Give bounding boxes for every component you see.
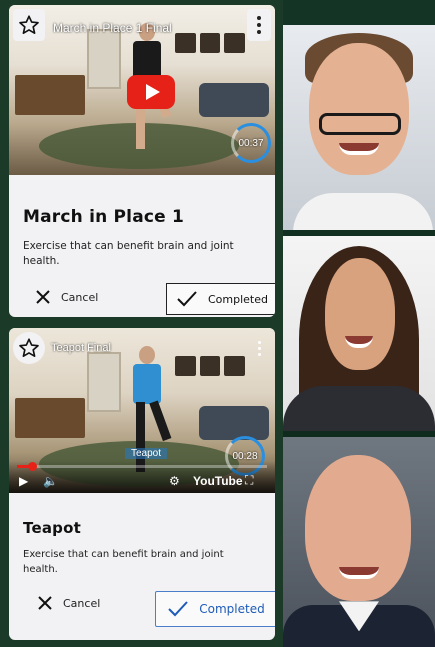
checkmark-icon — [168, 601, 189, 617]
volume-icon[interactable]: 🔈 — [43, 474, 58, 488]
exercise-title: Teapot — [23, 519, 81, 537]
scene-shelf — [15, 398, 85, 438]
exercise-timer: 00:37 — [231, 123, 271, 163]
exercise-description: Exercise that can benefit brain and join… — [23, 240, 234, 267]
participant-face — [309, 43, 409, 175]
favorite-button[interactable] — [13, 9, 45, 41]
scene-couch — [199, 406, 269, 440]
card-actions: Cancel Completed — [23, 283, 275, 317]
cancel-label: Cancel — [61, 290, 99, 304]
scene-shelf — [15, 75, 85, 115]
fullscreen-icon[interactable]: ⛶ — [245, 473, 253, 488]
more-options-button[interactable] — [247, 332, 271, 364]
participant-video-strip — [283, 25, 435, 647]
completed-label: Completed — [208, 292, 268, 306]
youtube-logo[interactable]: YouTube — [193, 474, 243, 488]
video-caption: Teapot — [125, 448, 168, 459]
participant-smile — [339, 143, 379, 155]
cancel-label: Cancel — [63, 596, 101, 610]
kebab-icon — [257, 16, 261, 20]
exercise-card: Teapot Final Teapot 00:28 ▶ 🔈 ⚙ YouTube … — [9, 328, 275, 640]
close-icon — [38, 596, 52, 610]
favorite-button[interactable] — [13, 332, 45, 364]
play-icon[interactable]: ▶ — [19, 474, 28, 488]
participant-shirt — [293, 193, 433, 230]
star-icon — [19, 338, 39, 357]
scene-window — [87, 29, 121, 89]
video-progress-bar[interactable] — [17, 462, 267, 471]
scene-window — [87, 352, 121, 412]
video-player[interactable]: March in Place 1 Final 00:37 — [9, 5, 275, 175]
video-player[interactable]: Teapot Final Teapot 00:28 ▶ 🔈 ⚙ YouTube … — [9, 328, 275, 493]
scene-frames — [175, 356, 246, 376]
participant-face — [305, 455, 411, 602]
more-options-button[interactable] — [247, 9, 271, 41]
completed-button[interactable]: Completed — [166, 283, 275, 315]
card-actions: Cancel Completed — [23, 591, 275, 635]
completed-button[interactable]: Completed — [155, 591, 275, 627]
participant-face — [325, 257, 395, 370]
scene-frames — [175, 33, 246, 53]
settings-gear-icon[interactable]: ⚙ — [169, 474, 180, 488]
participant-tile[interactable] — [283, 437, 435, 647]
completed-label: Completed — [199, 602, 265, 616]
glasses-icon — [319, 113, 401, 135]
exercise-card: March in Place 1 Final 00:37 March in Pl… — [9, 5, 275, 317]
close-icon — [36, 290, 50, 304]
cancel-button[interactable]: Cancel — [37, 595, 100, 611]
exercise-title: March in Place 1 — [23, 207, 185, 227]
cancel-button[interactable]: Cancel — [35, 289, 98, 305]
video-controls: ▶ 🔈 ⚙ YouTube ⛶ — [9, 461, 275, 493]
video-title[interactable]: March in Place 1 Final — [53, 21, 172, 35]
participant-tile[interactable] — [283, 25, 435, 230]
participant-shirt — [283, 385, 435, 432]
progress-knob[interactable] — [28, 462, 37, 471]
youtube-play-button[interactable] — [127, 75, 175, 109]
kebab-icon — [257, 340, 261, 344]
star-icon — [19, 15, 39, 34]
participant-tile[interactable] — [283, 235, 435, 432]
checkmark-icon — [177, 291, 197, 307]
scene-couch — [199, 83, 269, 117]
video-title[interactable]: Teapot Final — [51, 342, 111, 354]
exercise-description: Exercise that can benefit brain and join… — [23, 549, 224, 575]
